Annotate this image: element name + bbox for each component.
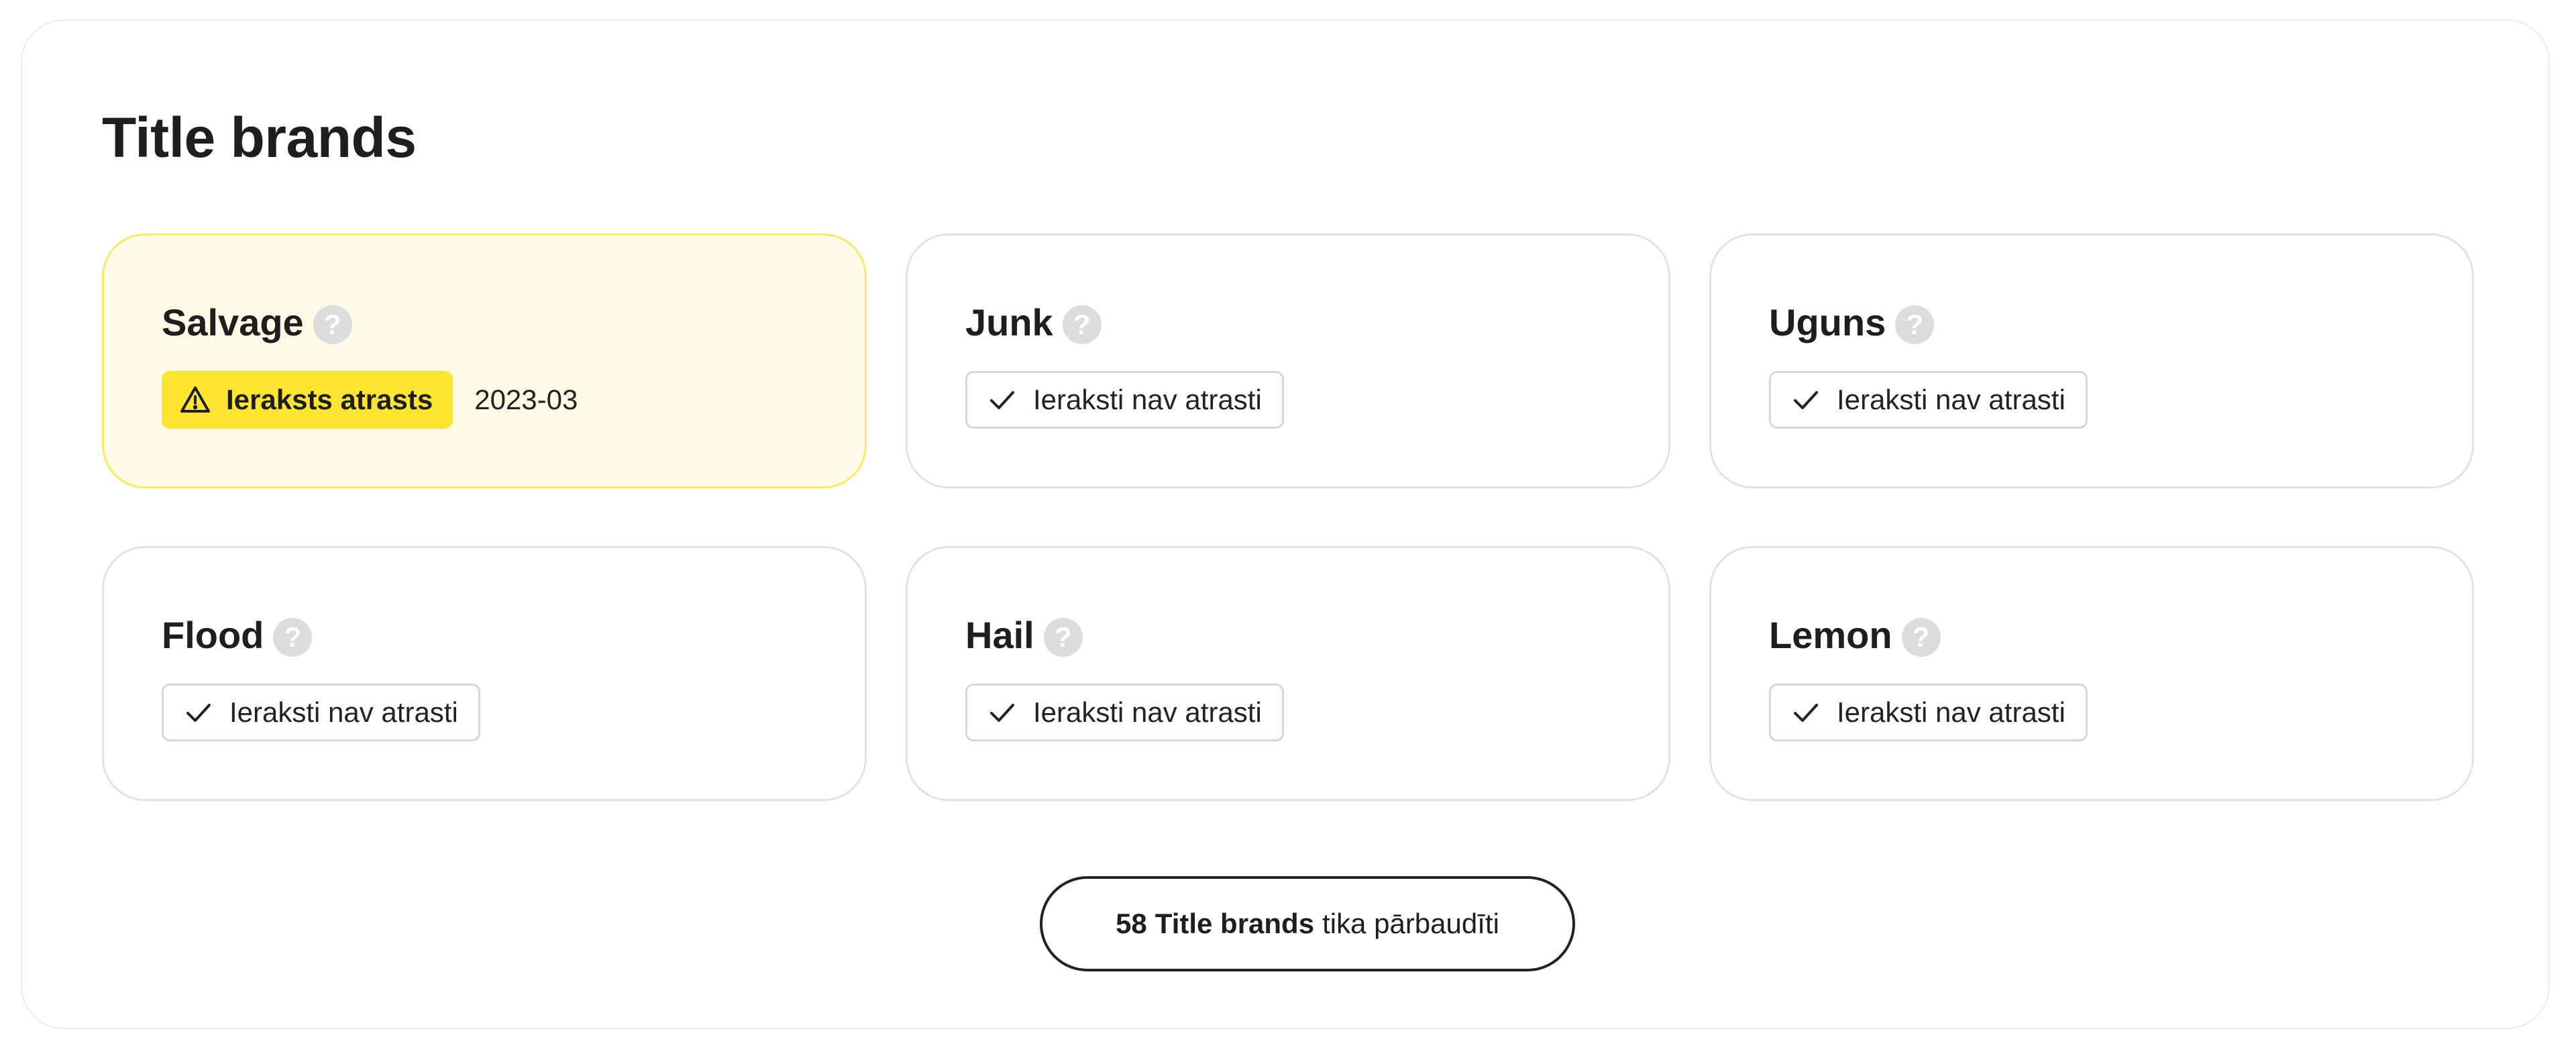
card-header: Uguns ? — [1769, 296, 1935, 350]
status-label: Ieraksts atrasts — [226, 384, 433, 415]
help-icon[interactable]: ? — [1895, 305, 1935, 344]
summary-suffix: tika pārbaudīti — [1322, 908, 1499, 939]
status-badge-not-found: Ieraksti nav atrasti — [965, 371, 1284, 429]
status-badge-found: Ieraksts atrasts — [162, 371, 453, 429]
status-badge-not-found: Ieraksti nav atrasti — [1769, 684, 2088, 741]
card-title: Flood — [162, 614, 264, 656]
checkmark-icon — [1790, 384, 1822, 416]
checkmark-icon — [986, 696, 1018, 729]
brand-card-salvage: Salvage ? Ieraksts atrasts 2023-03 — [102, 233, 867, 488]
card-status-row: Ieraksti nav atrasti — [965, 684, 1284, 741]
status-label: Ieraksti nav atrasti — [1033, 384, 1262, 415]
status-badge-not-found: Ieraksti nav atrasti — [965, 684, 1284, 741]
card-status-row: Ieraksti nav atrasti — [162, 684, 480, 741]
checkmark-icon — [182, 696, 215, 729]
card-title: Uguns — [1769, 301, 1886, 343]
card-header: Salvage ? — [162, 296, 352, 350]
title-brands-panel: Title brands Salvage ? Ieraksts atrasts … — [21, 19, 2550, 1029]
warning-triangle-icon — [179, 384, 211, 416]
brand-card-lemon: Lemon ? Ieraksti nav atrasti — [1709, 546, 2474, 801]
checked-brands-summary-button[interactable]: 58 Title brands tika pārbaudīti — [1040, 876, 1575, 971]
card-header: Flood ? — [162, 608, 313, 662]
status-badge-not-found: Ieraksti nav atrasti — [1769, 371, 2088, 429]
card-status-row: Ieraksti nav atrasti — [1769, 684, 2088, 741]
card-title: Junk — [965, 301, 1053, 343]
brand-card-flood: Flood ? Ieraksti nav atrasti — [102, 546, 867, 801]
status-label: Ieraksti nav atrasti — [1837, 696, 2065, 728]
summary-count: 58 — [1116, 908, 1147, 939]
brand-card-uguns: Uguns ? Ieraksti nav atrasti — [1709, 233, 2474, 488]
card-status-row: Ieraksti nav atrasti — [965, 371, 1284, 429]
record-date: 2023-03 — [474, 384, 578, 415]
card-status-row: Ieraksts atrasts 2023-03 — [162, 371, 578, 429]
card-header: Lemon ? — [1769, 608, 1941, 662]
status-label: Ieraksti nav atrasti — [1837, 384, 2065, 415]
brand-card-hail: Hail ? Ieraksti nav atrasti — [906, 546, 1670, 801]
page-title: Title brands — [102, 106, 417, 169]
card-status-row: Ieraksti nav atrasti — [1769, 371, 2088, 429]
help-icon[interactable]: ? — [1043, 618, 1083, 657]
status-label: Ieraksti nav atrasti — [1033, 696, 1262, 728]
status-badge-not-found: Ieraksti nav atrasti — [162, 684, 480, 741]
brand-card-junk: Junk ? Ieraksti nav atrasti — [906, 233, 1670, 488]
help-icon[interactable]: ? — [273, 618, 313, 657]
card-title: Lemon — [1769, 614, 1892, 656]
status-label: Ieraksti nav atrasti — [229, 696, 458, 728]
help-icon[interactable]: ? — [313, 305, 352, 344]
help-icon[interactable]: ? — [1062, 305, 1102, 344]
card-title: Salvage — [162, 301, 304, 343]
summary-label: Title brands — [1155, 908, 1315, 939]
brand-card-grid: Salvage ? Ieraksts atrasts 2023-03 Junk … — [102, 233, 2474, 801]
card-header: Hail ? — [965, 608, 1083, 662]
card-title: Hail — [965, 614, 1034, 656]
help-icon[interactable]: ? — [1901, 618, 1941, 657]
card-header: Junk ? — [965, 296, 1102, 350]
checkmark-icon — [1790, 696, 1822, 729]
checkmark-icon — [986, 384, 1018, 416]
